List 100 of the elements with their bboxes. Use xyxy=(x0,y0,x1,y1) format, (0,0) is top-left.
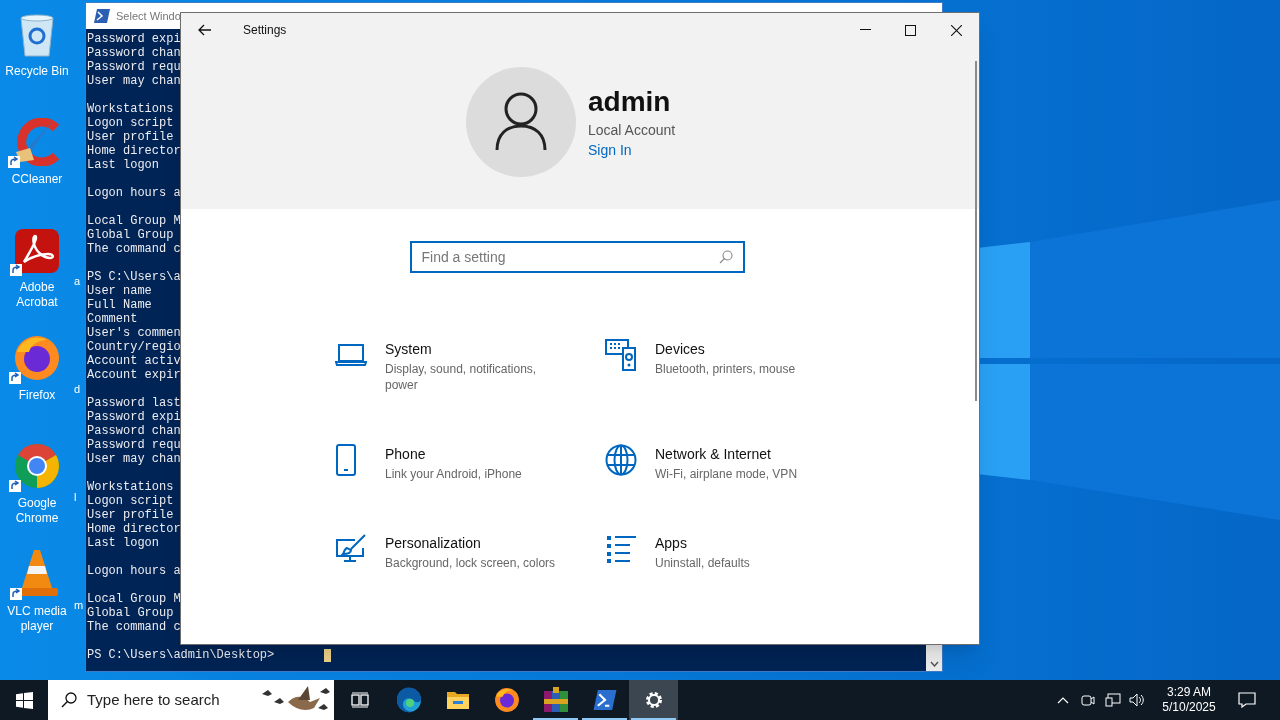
powershell-icon xyxy=(94,9,110,23)
chevron-up-icon[interactable] xyxy=(1057,696,1069,704)
network-icon[interactable] xyxy=(1105,693,1121,707)
edge-icon xyxy=(395,687,422,713)
category-description: Bluetooth, printers, mouse xyxy=(655,361,797,377)
settings-category[interactable]: Personalization Background, lock screen, colors xyxy=(335,533,605,571)
scrollbar-thumb[interactable] xyxy=(975,61,977,401)
settings-category[interactable]: Devices Bluetooth, printers, mouse xyxy=(605,339,875,393)
scroll-down-icon[interactable] xyxy=(929,661,939,667)
clock-time: 3:29 AM xyxy=(1167,685,1211,700)
desktop-icon[interactable]: Recycle Bin xyxy=(0,6,74,114)
taskbar-search-field[interactable]: Type here to search xyxy=(48,680,334,720)
folder-icon xyxy=(445,690,470,710)
running-indicator xyxy=(582,718,627,720)
desktop-icon[interactable]: CCleaner xyxy=(0,114,74,222)
account-name: admin xyxy=(588,84,672,119)
desktop-icon-label: Firefox xyxy=(17,388,57,403)
books-icon xyxy=(542,687,569,713)
settings-category[interactable]: Network & Internet Wi-Fi, airplane mode, VPN xyxy=(605,444,875,482)
desktop-icon[interactable]: Adobe Acrobat xyxy=(0,222,74,330)
window-title: Settings xyxy=(243,22,287,39)
console-line: Logon hours a xyxy=(87,186,181,200)
console-line: The command c xyxy=(87,242,181,256)
desktop-icon-label: Adobe Acrobat xyxy=(15,280,59,310)
desktop-icon-label: m xyxy=(74,598,84,613)
minimize-icon[interactable] xyxy=(860,29,871,31)
category-title: System xyxy=(385,340,433,359)
console-line: Logon script xyxy=(87,494,174,508)
back-arrow-icon[interactable] xyxy=(198,24,212,36)
volume-icon[interactable] xyxy=(1129,693,1145,707)
console-line: Last logon xyxy=(87,158,159,172)
desktop-icon-label: a xyxy=(74,274,81,289)
console-line: User's commen xyxy=(87,326,181,340)
category-title: Apps xyxy=(655,534,688,553)
console-line: Workstations xyxy=(87,102,174,116)
phone-icon xyxy=(335,444,357,476)
desktop-icon-label: Recycle Bin xyxy=(4,64,70,79)
console-line: Logon script xyxy=(87,116,174,130)
account-type: Local Account xyxy=(588,120,677,140)
console-line: User may chan xyxy=(87,74,181,88)
desktop-icon-label: l xyxy=(74,490,77,505)
category-title: Personalization xyxy=(385,534,482,553)
desktop-icon-label: d xyxy=(74,382,81,397)
desktop-icon[interactable]: Google Chrome xyxy=(0,438,74,546)
console-line: Full Name xyxy=(87,298,152,312)
console-line: Password expi xyxy=(87,32,181,46)
console-line: Home director xyxy=(87,522,181,536)
console-line: User profile xyxy=(87,130,174,144)
console-line: Last logon xyxy=(87,536,159,550)
desktop-icon-label: CCleaner xyxy=(10,172,64,187)
globe-icon xyxy=(605,444,637,476)
category-description: Display, sound, notifications, power xyxy=(385,361,538,393)
console-line: Global Group xyxy=(87,606,174,620)
console-line: Password chan xyxy=(87,46,181,60)
console-line: Account activ xyxy=(87,354,181,368)
console-line: Account expir xyxy=(87,368,181,382)
person-icon xyxy=(495,92,547,152)
powershell-icon xyxy=(592,690,617,710)
window-title: Select Windo xyxy=(116,8,181,24)
console-line: Country/regio xyxy=(87,340,181,354)
maximize-icon[interactable] xyxy=(905,24,916,36)
category-description: Link your Android, iPhone xyxy=(385,466,523,482)
category-title: Phone xyxy=(385,445,427,464)
start-icon[interactable] xyxy=(15,691,33,709)
settings-category[interactable]: Phone Link your Android, iPhone xyxy=(335,444,605,482)
close-icon[interactable] xyxy=(951,24,962,36)
console-line: Password requ xyxy=(87,438,181,452)
search-icon xyxy=(61,692,77,708)
console-line: Local Group M xyxy=(87,592,181,606)
search-placeholder: Type here to search xyxy=(87,689,220,710)
console-prompt: PS C:\Users\admin\Desktop> xyxy=(87,648,275,662)
console-line: Local Group M xyxy=(87,214,181,228)
category-title: Devices xyxy=(655,340,706,359)
firefox-icon xyxy=(493,687,520,713)
desktop-icon[interactable]: Firefox xyxy=(0,330,74,438)
settings-category[interactable]: Apps Uninstall, defaults xyxy=(605,533,875,571)
notification-icon[interactable] xyxy=(1238,692,1256,708)
camera-icon[interactable] xyxy=(1081,693,1095,707)
settings-icon xyxy=(643,690,664,710)
running-indicator xyxy=(631,718,676,720)
desktop-icon-label: VLC media player xyxy=(6,604,68,634)
console-line: User name xyxy=(87,284,152,298)
search-icon xyxy=(718,250,733,264)
search-field[interactable]: Find a setting xyxy=(409,241,745,273)
desktop-icon-label: Google Chrome xyxy=(14,496,60,526)
console-line: Global Group xyxy=(87,228,174,242)
sign-in-link[interactable]: Sign In xyxy=(588,139,632,160)
laptop-icon xyxy=(335,343,367,367)
keyboard-speaker-icon xyxy=(605,339,637,371)
category-description: Background, lock screen, colors xyxy=(385,555,557,571)
desktop-icon[interactable]: VLC media player xyxy=(0,546,74,654)
scrollbar[interactable] xyxy=(926,644,942,671)
console-line: PS C:\Users\a xyxy=(87,270,181,284)
monitor-brush-icon xyxy=(335,534,367,564)
category-title: Network & Internet xyxy=(655,445,772,464)
taskbar-app-button[interactable] xyxy=(629,680,678,720)
settings-category[interactable]: System Display, sound, notifications, power xyxy=(335,339,605,393)
clock[interactable]: 3:29 AM 5/10/2025 xyxy=(1157,685,1221,715)
console-line: User may chan xyxy=(87,452,181,466)
firefox-icon xyxy=(13,334,61,382)
